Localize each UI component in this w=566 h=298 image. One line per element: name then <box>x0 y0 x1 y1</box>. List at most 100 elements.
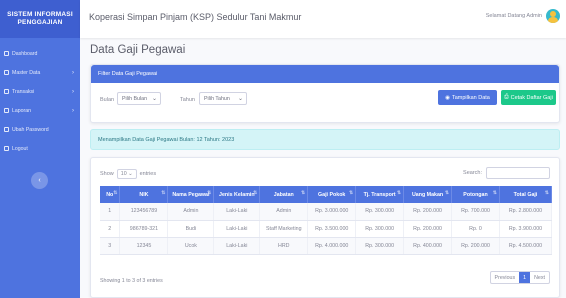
sidebar-item-label: Transaksi <box>12 88 35 95</box>
table-footer-info: Showing 1 to 3 of 3 entries <box>100 278 163 284</box>
print-icon: ⎙ <box>504 94 509 100</box>
table-cell: HRD <box>259 237 309 255</box>
table-cell: 123456789 <box>119 203 169 221</box>
table-cell: 12345 <box>119 237 169 255</box>
table-cell: Rp. 0 <box>451 220 500 238</box>
filter-card-header: Filter Data Gaji Pegawai <box>91 65 559 83</box>
table-cell: Rp. 300.000 <box>355 203 405 221</box>
pagination: Previous 1 Next <box>489 271 550 284</box>
column-header[interactable]: Uang Makan ⇅ <box>403 186 453 203</box>
chevron-down-icon: ⌄ <box>151 96 157 102</box>
search-label: Search: <box>463 170 482 176</box>
table-row: 2 986789-321 Budi Laki-Laki Staff Market… <box>100 220 553 238</box>
entries-control: Show 10 ⌄ entries <box>100 169 156 179</box>
pagination-previous[interactable]: Previous <box>491 272 520 283</box>
table-cell: Laki-Laki <box>213 220 261 238</box>
sidebar-item-master-data[interactable]: Master Data › <box>0 63 80 82</box>
chevron-right-icon: › <box>72 88 74 95</box>
salary-table: No ⇅ NIK ⇅ Nama Pegawai ⇅ Jenis Kelamin ⇅ Ja… <box>100 186 553 255</box>
table-cell: Laki-Laki <box>213 203 261 221</box>
print-salary-button[interactable]: ⎙ Cetak Daftar Gaji <box>501 90 556 105</box>
page-title: Data Gaji Pegawai <box>90 44 186 56</box>
table-cell: Budi <box>167 220 215 238</box>
logout-icon <box>4 146 9 151</box>
table-cell: Rp. 400.000 <box>403 237 453 255</box>
column-header[interactable]: Potongan ⇅ <box>451 186 500 203</box>
table-cell: Rp. 4.500.000 <box>499 237 553 255</box>
table-cell: Ucok <box>167 237 215 255</box>
user-greeting: Selamat Datang Admin <box>485 13 542 19</box>
money-icon <box>4 89 9 94</box>
table-cell: Admin <box>259 203 309 221</box>
table-row: 3 12345 Ucok Laki-Laki HRD Rp. 4.000.000… <box>100 237 553 255</box>
sidebar-item-dashboard[interactable]: Dashboard <box>0 44 80 63</box>
sidebar-item-logout[interactable]: Logout <box>0 139 80 158</box>
topbar: Koperasi Simpan Pinjam (KSP) Sedulur Tan… <box>80 0 566 38</box>
sidebar-item-label: Laporan <box>12 107 32 114</box>
tahun-select-value: Pilih Tahun <box>204 95 230 102</box>
table-cell: Rp. 3.000.000 <box>307 203 357 221</box>
table-cell: Rp. 700.000 <box>451 203 500 221</box>
report-icon <box>4 108 9 113</box>
eye-icon: ◉ <box>445 94 450 101</box>
info-alert: Menampilkan Data Gaji Pegawai Bulan: 12 … <box>90 129 560 150</box>
entries-select-value: 10 <box>120 171 127 177</box>
chevron-right-icon: › <box>72 69 74 76</box>
show-data-label: Tampilkan Data <box>451 94 490 101</box>
print-salary-label: Cetak Daftar Gaji <box>510 94 553 101</box>
sidebar-item-laporan[interactable]: Laporan › <box>0 101 80 120</box>
column-header[interactable]: Nama Pegawai ⇅ <box>167 186 215 203</box>
sidebar-item-ubah-password[interactable]: Ubah Password <box>0 120 80 139</box>
pagination-next[interactable]: Next <box>530 272 549 283</box>
sidebar-item-label: Dashboard <box>12 50 38 57</box>
table-cell: Rp. 300.000 <box>355 220 405 238</box>
column-header[interactable]: Jabatan ⇅ <box>259 186 309 203</box>
app-title: Koperasi Simpan Pinjam (KSP) Sedulur Tan… <box>89 12 302 22</box>
sidebar-item-label: Ubah Password <box>12 126 49 133</box>
column-header[interactable]: Gaji Pokok ⇅ <box>307 186 357 203</box>
table-cell: Rp. 200.000 <box>403 203 453 221</box>
column-header[interactable]: No ⇅ <box>100 186 121 203</box>
chevron-down-icon: ⌄ <box>237 96 243 102</box>
table-cell: Rp. 200.000 <box>403 220 453 238</box>
column-header[interactable]: Tj. Transport ⇅ <box>355 186 405 203</box>
bulan-label: Bulan <box>100 97 115 103</box>
bulan-select[interactable]: Pilih Bulan ⌄ <box>117 92 161 105</box>
search-input[interactable] <box>486 167 550 179</box>
table-cell: Rp. 300.000 <box>355 237 405 255</box>
filter-card: Filter Data Gaji Pegawai Bulan Pilih Bul… <box>90 64 560 123</box>
table-cell: Staff Marketing <box>259 220 309 238</box>
show-prefix: Show <box>100 171 114 177</box>
sidebar-brand[interactable]: SISTEM INFORMASI PENGGAJIAN <box>0 0 80 38</box>
table-cell: Rp. 2.800.000 <box>499 203 553 221</box>
table-card: Show 10 ⌄ entries Search: No ⇅ NIK ⇅ Nama … <box>90 157 560 298</box>
table-cell: 986789-321 <box>119 220 169 238</box>
table-cell: 2 <box>100 220 121 238</box>
table-cell: Rp. 3.500.000 <box>307 220 357 238</box>
show-data-button[interactable]: ◉ Tampilkan Data <box>438 90 497 105</box>
avatar <box>546 9 560 23</box>
tahun-label: Tahun <box>180 97 195 103</box>
table-cell: Rp. 3.900.000 <box>499 220 553 238</box>
table-row: 1 123456789 Admin Laki-Laki Admin Rp. 3.… <box>100 203 553 221</box>
table-cell: 3 <box>100 237 121 255</box>
sidebar-toggle-button[interactable]: ‹ <box>31 172 48 189</box>
sidebar-item-label: Master Data <box>12 69 41 76</box>
sidebar-item-transaksi[interactable]: Transaksi › <box>0 82 80 101</box>
table-cell: Admin <box>167 203 215 221</box>
user-menu[interactable]: Selamat Datang Admin <box>486 9 560 23</box>
column-header[interactable]: Total Gaji ⇅ <box>499 186 553 203</box>
column-header[interactable]: NIK ⇅ <box>119 186 169 203</box>
chevron-right-icon: › <box>72 107 74 114</box>
table-cell: Laki-Laki <box>213 237 261 255</box>
table-cell: 1 <box>100 203 121 221</box>
entries-select[interactable]: 10 ⌄ <box>116 169 137 179</box>
tahun-select[interactable]: Pilih Tahun ⌄ <box>199 92 247 105</box>
column-header[interactable]: Jenis Kelamin ⇅ <box>213 186 261 203</box>
pagination-page-1[interactable]: 1 <box>519 272 531 283</box>
sidebar-item-label: Logout <box>12 145 28 152</box>
table-cell: Rp. 200.000 <box>451 237 500 255</box>
bulan-select-value: Pilih Bulan <box>122 95 148 102</box>
table-cell: Rp. 4.000.000 <box>307 237 357 255</box>
lock-icon <box>4 127 9 132</box>
